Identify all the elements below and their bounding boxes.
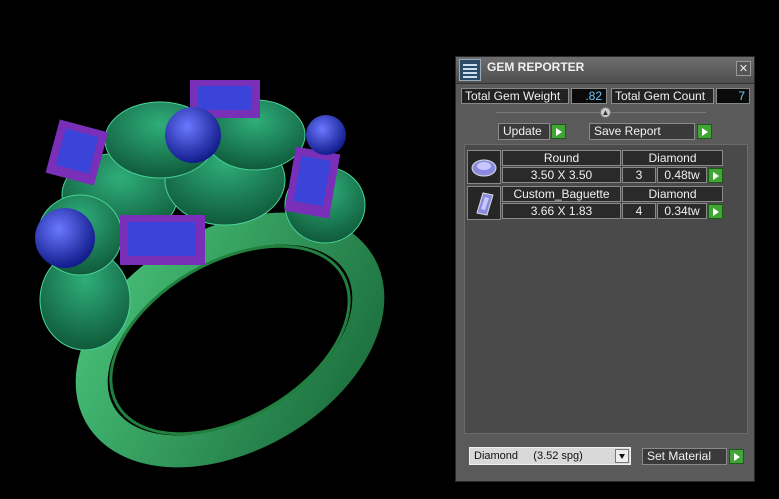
material-select[interactable]: Diamond (3.52 spg) <box>469 447 631 465</box>
gem-count: 3 <box>622 167 656 183</box>
save-report-go-icon[interactable] <box>697 124 712 139</box>
panel-title: GEM REPORTER <box>487 60 585 74</box>
gem-size: 3.66 X 1.83 <box>502 203 621 219</box>
chevron-down-icon[interactable] <box>615 449 629 463</box>
total-gem-count-value: 7 <box>716 88 750 104</box>
set-material-button[interactable]: Set Material <box>642 448 727 465</box>
gem-row[interactable]: Custom_Baguette Diamond 3.66 X 1.83 4 0.… <box>467 186 747 220</box>
total-gem-count-label: Total Gem Count <box>611 88 714 104</box>
update-go-icon[interactable] <box>551 124 566 139</box>
close-icon[interactable]: ✕ <box>736 61 751 76</box>
total-gem-weight-label: Total Gem Weight <box>461 88 569 104</box>
material-select-value: Diamond (3.52 spg) <box>474 450 583 462</box>
baguette-gem-icon <box>467 186 501 220</box>
gem-row[interactable]: Round Diamond 3.50 X 3.50 3 0.48tw <box>467 150 747 184</box>
gem-weight: 0.48tw <box>657 167 707 183</box>
gem-size: 3.50 X 3.50 <box>502 167 621 183</box>
gem-material: Diamond <box>622 150 723 166</box>
set-material-go-icon[interactable] <box>729 449 744 464</box>
collapse-up-icon[interactable]: ▲ <box>600 107 611 118</box>
update-button[interactable]: Update <box>498 123 550 140</box>
gem-list[interactable]: Round Diamond 3.50 X 3.50 3 0.48tw Custo… <box>464 144 748 434</box>
save-report-button[interactable]: Save Report <box>589 123 695 140</box>
gem-row-go-icon[interactable] <box>708 168 723 183</box>
gem-reporter-panel: GEM REPORTER ✕ Total Gem Weight .82 Tota… <box>455 56 755 482</box>
panel-titlebar[interactable]: GEM REPORTER ✕ <box>456 57 754 84</box>
gem-count: 4 <box>622 203 656 219</box>
gem-material: Diamond <box>622 186 723 202</box>
gem-reporter-app-icon <box>459 59 481 81</box>
gem-row-go-icon[interactable] <box>708 204 723 219</box>
gem-weight: 0.34tw <box>657 203 707 219</box>
gem-shape: Round <box>502 150 621 166</box>
total-gem-weight-value: .82 <box>571 88 607 104</box>
gem-shape: Custom_Baguette <box>502 186 621 202</box>
round-gem-icon <box>467 150 501 184</box>
